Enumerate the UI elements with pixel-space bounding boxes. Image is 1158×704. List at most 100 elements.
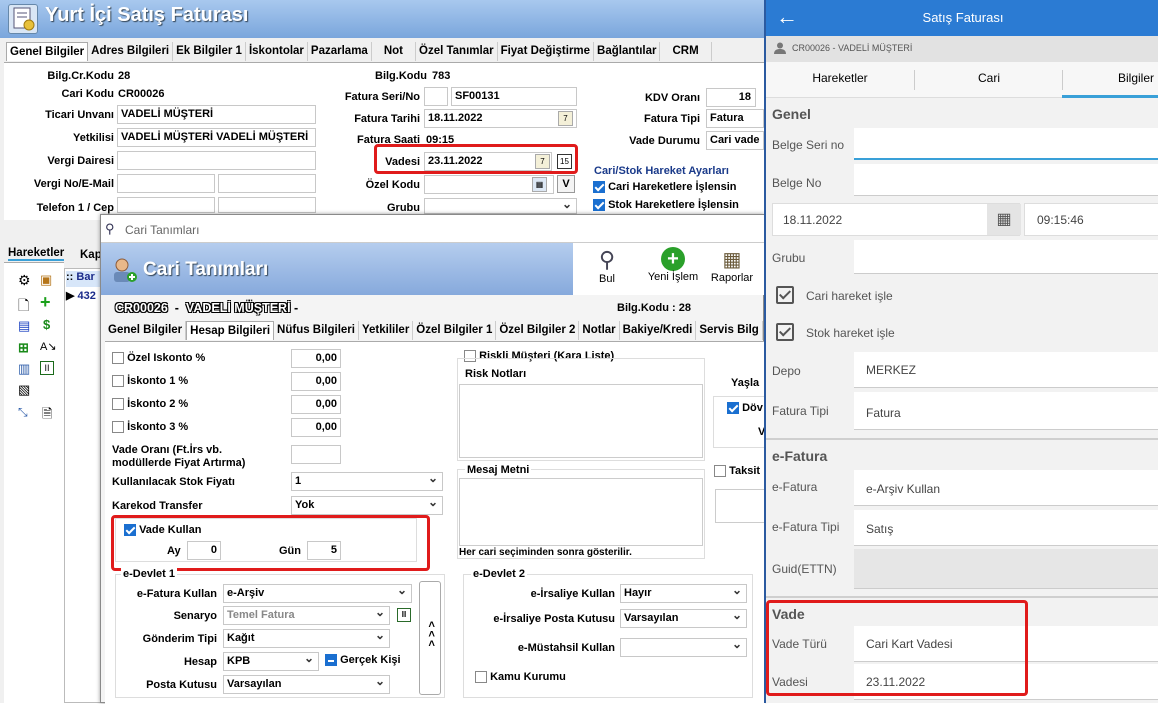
calendar-icon[interactable]: 7 (558, 111, 573, 126)
stok-hareket-checkbox[interactable]: Stok hareket işle (774, 320, 1158, 346)
kdv-orani-input[interactable]: 18 (706, 88, 756, 107)
tab-crm[interactable]: CRM (660, 42, 712, 61)
document-icon[interactable]: ▤ (18, 318, 30, 334)
new-document-icon[interactable]: 🗋 (18, 295, 29, 319)
add-green-icon[interactable]: ⊞ (18, 340, 29, 356)
efatura-select[interactable]: e-Arşiv Kullan (854, 470, 1158, 506)
dollar-icon[interactable]: $ (43, 317, 50, 332)
date-input[interactable]: 18.11.2022 ▦ (772, 203, 1021, 236)
hesap-select[interactable]: KPB (223, 652, 319, 671)
eirsaliye-kullan-select[interactable]: Hayır (620, 584, 747, 603)
belge-seri-input[interactable] (854, 128, 1158, 160)
collapse-button[interactable]: < < < (419, 581, 441, 695)
fatura-no-input[interactable]: SF00131 (451, 87, 577, 106)
vade-durumu-select[interactable]: Cari vade (706, 131, 764, 150)
risk-notlari-textarea[interactable] (459, 384, 703, 458)
ozel-iskonto-input[interactable]: 0,00 (291, 349, 341, 368)
v-button[interactable]: V (557, 175, 575, 193)
tab-fiyat-degistirme[interactable]: Fiyat Değiştirme (498, 42, 595, 61)
senaryo-option-icon[interactable]: II (397, 608, 411, 622)
page-icon[interactable]: 🗎 (42, 405, 52, 427)
gonderim-select[interactable]: Kağıt (223, 629, 390, 648)
tab-ozel-bilgiler-2[interactable]: Özel Bilgiler 2 (496, 321, 580, 340)
tab-iskontolar[interactable]: İskontolar (246, 42, 308, 61)
new-record-button[interactable]: + Yeni İşlem (643, 247, 703, 293)
cari-hareket-checkbox[interactable]: Cari hareket işle (774, 283, 1158, 309)
tab-ek-bilgiler-1[interactable]: Ek Bilgiler 1 (173, 42, 246, 61)
vergi-dairesi-input[interactable] (117, 151, 316, 170)
grubu-select[interactable] (424, 198, 577, 214)
calendar-icon[interactable]: ▦ (987, 204, 1021, 235)
tab-cari[interactable]: Cari (915, 71, 1063, 85)
grid-row-2[interactable]: ▶ 432 (66, 289, 104, 305)
find-button[interactable]: ⚲ Bul (587, 247, 627, 293)
efatura-tipi-select[interactable]: Satış (854, 510, 1158, 546)
taksit-checkbox[interactable]: Taksit (714, 465, 760, 478)
ticari-unvani-input[interactable]: VADELİ MÜŞTERİ (117, 105, 316, 124)
taksit-input[interactable] (715, 489, 765, 523)
report-icon[interactable]: ▧ (18, 382, 30, 398)
iskonto-1-input[interactable]: 0,00 (291, 372, 341, 391)
emustahsil-select[interactable] (620, 638, 747, 657)
grubu-input[interactable] (854, 240, 1158, 274)
posta-kutusu-select[interactable]: Varsayılan (223, 675, 390, 694)
iskonto-3-checkbox[interactable]: İskonto 3 % (112, 421, 188, 434)
iskonto-3-input[interactable]: 0,00 (291, 418, 341, 437)
tab-bakiye-kredi[interactable]: Bakiye/Kredi (620, 321, 697, 340)
tab-genel-bilgiler[interactable]: Genel Bilgiler (6, 42, 89, 61)
vade-orani-input[interactable] (291, 445, 341, 464)
stok-hareket-checkbox[interactable]: Stok Hareketlere İşlensin (593, 199, 739, 212)
tab-baglantilar[interactable]: Bağlantılar (594, 42, 661, 61)
cep-input[interactable] (218, 197, 316, 213)
fatura-tipi-select[interactable]: Fatura (706, 109, 764, 128)
tab-adres-bilgileri[interactable]: Adres Bilgileri (88, 42, 174, 61)
fatura-seri-input[interactable] (424, 87, 448, 106)
hareketler-tab[interactable]: Hareketler (8, 247, 65, 261)
gercek-kisi-checkbox[interactable]: Gerçek Kişi (325, 654, 401, 667)
fatura-tipi-select[interactable]: Fatura (854, 392, 1158, 430)
belge-no-input[interactable] (854, 164, 1158, 196)
email-input[interactable] (218, 174, 316, 193)
tab-notlar[interactable]: Notlar (579, 321, 620, 340)
grid-row-1[interactable]: :: Bar (66, 271, 104, 287)
time-input[interactable]: 09:15:46 (1024, 203, 1158, 236)
eirsaliye-posta-select[interactable]: Varsayılan (620, 609, 747, 628)
link-icon[interactable]: ⤡ (18, 405, 28, 420)
add-icon[interactable]: + (40, 292, 51, 313)
cari-hareket-checkbox[interactable]: Cari Hareketlere İşlensin (593, 181, 736, 194)
iskonto-2-input[interactable]: 0,00 (291, 395, 341, 414)
iskonto-1-checkbox[interactable]: İskonto 1 % (112, 375, 188, 388)
fatura-tarihi-input[interactable]: 18.11.2022 (424, 109, 577, 128)
reports-button[interactable]: ▦ Raporlar (705, 247, 759, 293)
tab-bilgiler[interactable]: Bilgiler (1118, 71, 1154, 85)
kap-tab[interactable]: Kap (80, 249, 102, 261)
tab-pazarlama[interactable]: Pazarlama (308, 42, 372, 61)
yetkilisi-input[interactable]: VADELİ MÜŞTERİ VADELİ MÜŞTERİ (117, 128, 316, 147)
gear-icon[interactable]: ⚙ (18, 272, 31, 289)
tab-hareketler[interactable]: Hareketler (766, 71, 914, 85)
tab-servis-bilg[interactable]: Servis Bilg (696, 321, 763, 340)
karekod-select[interactable]: Yok (291, 496, 443, 515)
kamu-kurumu-checkbox[interactable]: Kamu Kurumu (475, 671, 566, 684)
tab-nufus-bilgileri[interactable]: Nüfus Bilgileri (274, 321, 359, 340)
iskonto-2-checkbox[interactable]: İskonto 2 % (112, 398, 188, 411)
efatura-kullan-select[interactable]: e-Arşiv (223, 584, 412, 603)
vergi-no-input[interactable] (117, 174, 215, 193)
doviz-checkbox[interactable]: Döv (727, 402, 763, 415)
tab-not[interactable]: Not (372, 42, 416, 61)
ozel-kodu-picker-icon[interactable]: ▦ (532, 177, 547, 192)
tab-yetkililer[interactable]: Yetkililer (359, 321, 414, 340)
stok-fiyati-select[interactable]: 1 (291, 472, 443, 491)
senaryo-select[interactable]: Temel Fatura (223, 606, 390, 625)
tab-hesap-bilgileri[interactable]: Hesap Bilgileri (186, 321, 275, 340)
tab-ozel-tanimlar[interactable]: Özel Tanımlar (416, 42, 498, 61)
tab-genel-bilgiler[interactable]: Genel Bilgiler (105, 321, 187, 340)
telefon-input[interactable] (117, 197, 215, 213)
depo-select[interactable]: MERKEZ (854, 352, 1158, 388)
tab-ozel-bilgiler-1[interactable]: Özel Bilgiler 1 (413, 321, 497, 340)
building-icon[interactable]: ▥ (18, 361, 30, 377)
pause-icon[interactable]: II (40, 361, 54, 375)
mesaj-textarea[interactable] (459, 478, 703, 546)
sort-icon[interactable]: A↘ (40, 340, 57, 353)
ozel-iskonto-checkbox[interactable]: Özel Iskonto % (112, 352, 205, 365)
